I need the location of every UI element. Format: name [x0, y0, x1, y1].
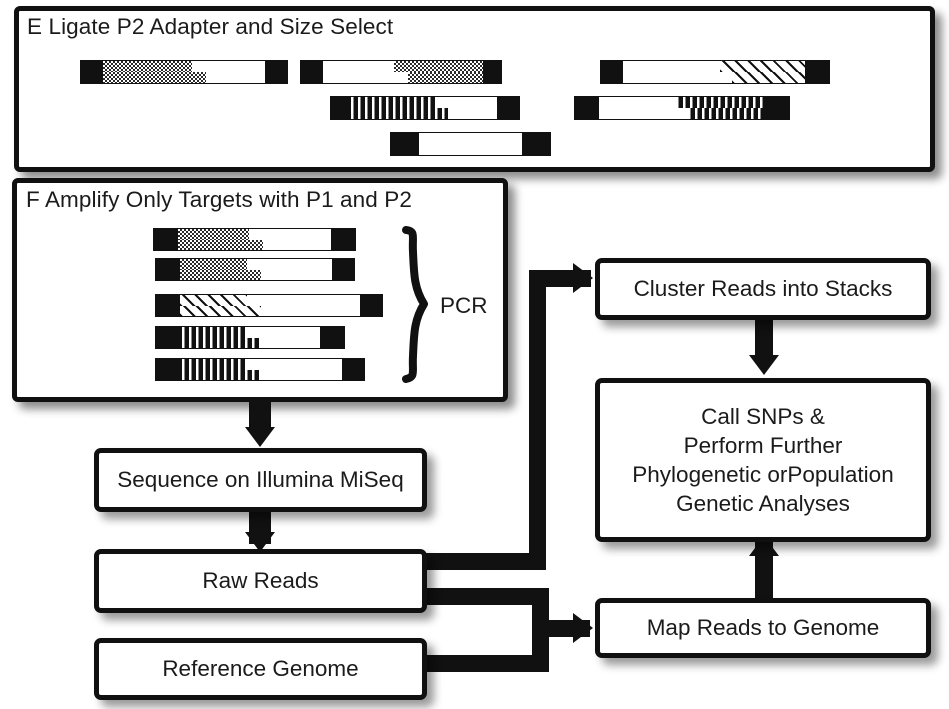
edge-raw-to-cluster-head	[573, 263, 593, 293]
box-sequence-label: Sequence on Illumina MiSeq	[117, 467, 404, 493]
edge-raw-to-cluster-h1	[424, 553, 546, 570]
box-raw-reads[interactable]: Raw Reads	[94, 549, 427, 613]
box-call-snps-line-2: Perform Further	[683, 432, 843, 458]
fragment-p1-dots-left	[80, 60, 288, 84]
box-cluster-reads-label: Cluster Reads into Stacks	[633, 276, 893, 302]
box-reference-genome-label: Reference Genome	[162, 656, 359, 682]
fragment-plain	[390, 132, 551, 156]
pcr-product-2	[155, 258, 355, 281]
box-raw-reads-label: Raw Reads	[202, 568, 319, 594]
pcr-label: PCR	[440, 293, 488, 318]
edge-cluster-to-snps-head	[749, 355, 779, 375]
box-reference-genome[interactable]: Reference Genome	[94, 638, 427, 700]
figure-canvas: E Ligate P2 Adapter and Size Select F Am…	[0, 0, 949, 709]
fragment-p2-dots-right	[300, 60, 502, 84]
box-call-snps-line-4: Genetic Analyses	[676, 491, 850, 517]
fragment-hatch-right	[600, 60, 830, 84]
pcr-brace	[400, 226, 436, 384]
edge-raw-to-cluster-v	[529, 270, 546, 562]
edge-into-map-head	[573, 613, 593, 643]
pcr-product-3	[155, 294, 383, 317]
edge-f-to-sequence-head	[245, 427, 275, 447]
panel-e-title: E Ligate P2 Adapter and Size Select	[27, 14, 394, 39]
fragment-vstripe-right	[574, 96, 790, 120]
pcr-product-1	[153, 228, 356, 251]
box-map-reads-to-genome[interactable]: Map Reads to Genome	[595, 598, 931, 658]
edge-reference-to-map-h1	[424, 655, 549, 672]
pcr-product-5	[155, 358, 365, 381]
box-call-snps-line-1: Call SNPs &	[701, 403, 825, 429]
box-call-snps[interactable]: Call SNPs & Perform Further Phylogenetic…	[595, 378, 931, 542]
panel-f-title: F Amplify Only Targets with P1 and P2	[26, 187, 412, 212]
box-cluster-reads-into-stacks[interactable]: Cluster Reads into Stacks	[595, 258, 931, 320]
edge-raw-to-map-h1	[424, 588, 549, 605]
box-sequence-on-illumina-miseq[interactable]: Sequence on Illumina MiSeq	[94, 448, 427, 512]
fragment-vstripe-left	[330, 96, 520, 120]
pcr-product-4	[155, 326, 345, 349]
box-map-reads-label: Map Reads to Genome	[646, 615, 880, 641]
box-call-snps-line-3: Phylogenetic orPopulation	[632, 462, 894, 487]
